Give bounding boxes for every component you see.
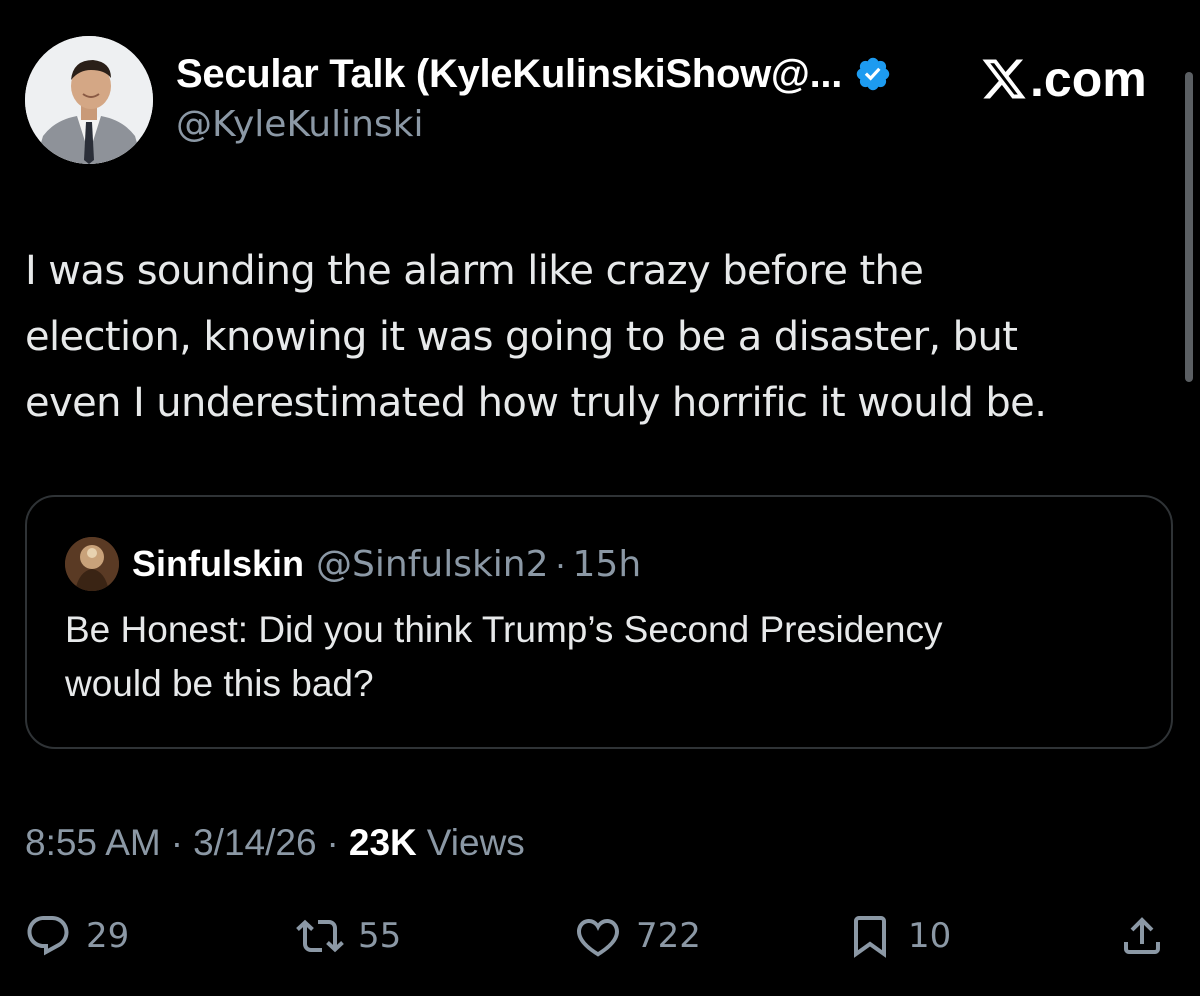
tweet-text-line: I was sounding the alarm like crazy befo… <box>25 248 924 294</box>
tweet-time[interactable]: 8:55 AM <box>25 822 161 864</box>
tweet-text: I was sounding the alarm like crazy befo… <box>25 238 1175 436</box>
reply-button[interactable]: 29 <box>24 906 129 966</box>
repost-button[interactable]: 55 <box>296 906 401 966</box>
scrollbar[interactable] <box>1185 72 1193 382</box>
like-count: 722 <box>636 916 701 956</box>
tweet-card: Secular Talk (KyleKulinskiShow@... @Kyle… <box>0 0 1200 996</box>
quoted-author-handle[interactable]: @Sinfulskin2 <box>316 544 549 585</box>
share-icon <box>1118 912 1166 960</box>
author-avatar[interactable] <box>25 36 153 164</box>
tweet-meta: 8:55 AM · 3/14/26 · 23K Views <box>25 815 525 871</box>
action-bar: 29 55 722 10 <box>0 906 1200 966</box>
reply-count: 29 <box>86 916 130 956</box>
reply-icon <box>24 912 72 960</box>
quoted-text-line: Be Honest: Did you think Trump’s Second … <box>65 609 943 650</box>
share-button[interactable] <box>1118 906 1166 966</box>
verified-badge-icon <box>854 55 892 93</box>
tweet-date[interactable]: 3/14/26 <box>193 822 316 864</box>
quoted-header: Sinfulskin @Sinfulskin2 · 15h <box>132 537 641 591</box>
bookmark-count: 10 <box>908 916 952 956</box>
author-name-row[interactable]: Secular Talk (KyleKulinskiShow@... <box>176 44 892 104</box>
tweet-text-line: election, knowing it was going to be a d… <box>25 314 1018 360</box>
views-label: Views <box>426 822 525 863</box>
quoted-text: Be Honest: Did you think Trump’s Second … <box>65 603 1145 711</box>
bookmark-icon <box>846 912 894 960</box>
views-count: 23K <box>348 822 417 863</box>
author-handle[interactable]: @KyleKulinski <box>176 104 424 145</box>
quoted-tweet[interactable]: Sinfulskin @Sinfulskin2 · 15h Be Honest:… <box>25 495 1173 749</box>
quoted-author-avatar[interactable] <box>65 537 119 591</box>
x-logo-icon <box>980 55 1028 103</box>
x-brand: .com <box>980 44 1147 114</box>
quoted-author-name[interactable]: Sinfulskin <box>132 543 304 585</box>
tweet-text-line: even I underestimated how truly horrific… <box>25 380 1047 426</box>
meta-separator: · <box>170 822 184 863</box>
repost-count: 55 <box>358 916 402 956</box>
repost-icon <box>296 912 344 960</box>
quoted-timestamp[interactable]: 15h <box>573 544 642 585</box>
brand-domain: .com <box>1030 51 1147 107</box>
quoted-separator: · <box>554 543 567 584</box>
quoted-text-line: would be this bad? <box>65 663 374 704</box>
meta-separator: · <box>326 822 339 863</box>
author-name[interactable]: Secular Talk (KyleKulinskiShow@... <box>176 52 842 97</box>
like-button[interactable]: 722 <box>574 906 701 966</box>
bookmark-button[interactable]: 10 <box>846 906 951 966</box>
heart-icon <box>574 912 622 960</box>
